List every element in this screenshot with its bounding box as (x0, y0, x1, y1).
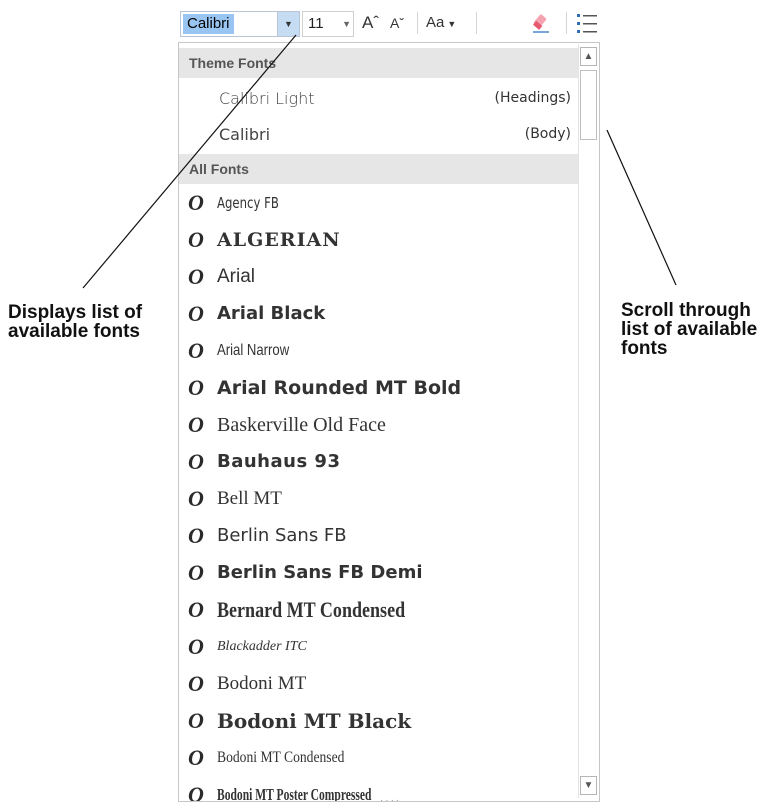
callout-text: Scroll through (621, 300, 751, 321)
callout-displays-list: Displays list of available fonts (8, 303, 142, 341)
callout-text: Displays list of (8, 302, 143, 323)
callout-text: available fonts (8, 321, 140, 342)
left-leader-line (82, 34, 297, 289)
callout-scroll-through: Scroll through list of available fonts (621, 301, 757, 358)
callout-text: list of available (621, 319, 758, 340)
callout-text: fonts (621, 338, 668, 359)
right-leader-line (606, 129, 677, 286)
callout-leader-lines (82, 34, 677, 289)
